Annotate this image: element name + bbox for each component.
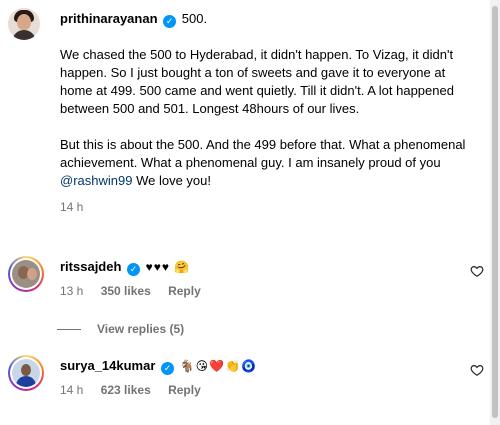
comment-timestamp[interactable]: 13 h: [60, 284, 83, 298]
comment-body: surya_14kumar ✓ 🐐😘❤️👏🧿: [60, 357, 257, 375]
caption-title: 500.: [181, 11, 208, 26]
avatar: [12, 260, 40, 288]
mention-link[interactable]: @rashwin99: [60, 173, 132, 188]
comment-body: ritssajdeh ✓ ♥♥♥ 🤗: [60, 258, 190, 276]
comment-likes[interactable]: 623 likes: [101, 383, 151, 397]
comment-text: ♥♥♥ 🤗: [145, 260, 191, 274]
comment-item: ritssajdeh ✓ ♥♥♥ 🤗 13 h 350 likes Reply: [8, 256, 488, 306]
comment-item: surya_14kumar ✓ 🐐😘❤️👏🧿 14 h 623 likes Re…: [8, 355, 488, 405]
caption-timestamp[interactable]: 14 h: [60, 198, 480, 216]
author-avatar[interactable]: [8, 8, 40, 40]
heart-outline-icon[interactable]: [470, 363, 484, 377]
view-replies-button[interactable]: View replies (5): [57, 322, 184, 336]
reply-button[interactable]: Reply: [168, 284, 201, 298]
author-username[interactable]: prithinarayanan: [60, 11, 158, 26]
comment-likes[interactable]: 350 likes: [101, 284, 151, 298]
scrollbar[interactable]: [490, 0, 500, 425]
divider: [57, 329, 81, 331]
caption-text: prithinarayanan ✓ 500. We chased the 500…: [60, 8, 480, 216]
comment-username[interactable]: surya_14kumar: [60, 358, 155, 373]
story-ring-avatar[interactable]: [8, 256, 44, 292]
comment-meta: 13 h 350 likes Reply: [60, 284, 215, 298]
heart-outline-icon[interactable]: [470, 264, 484, 278]
comment-text: 🐐😘❤️👏🧿: [179, 359, 257, 373]
scrollbar-thumb[interactable]: [492, 6, 498, 418]
reply-button[interactable]: Reply: [168, 383, 201, 397]
story-ring-avatar[interactable]: [8, 355, 44, 391]
comment-timestamp[interactable]: 14 h: [60, 383, 83, 397]
verified-badge-icon: ✓: [161, 362, 175, 375]
verified-badge-icon: ✓: [127, 263, 141, 276]
caption-paragraph-2: But this is about the 500. And the 499 b…: [60, 137, 466, 188]
caption-paragraph-1: We chased the 500 to Hyderabad, it didn'…: [60, 47, 454, 116]
comment-username[interactable]: ritssajdeh: [60, 259, 121, 274]
verified-badge-icon: ✓: [163, 15, 177, 28]
comment-meta: 14 h 623 likes Reply: [60, 383, 215, 397]
avatar: [12, 359, 40, 387]
